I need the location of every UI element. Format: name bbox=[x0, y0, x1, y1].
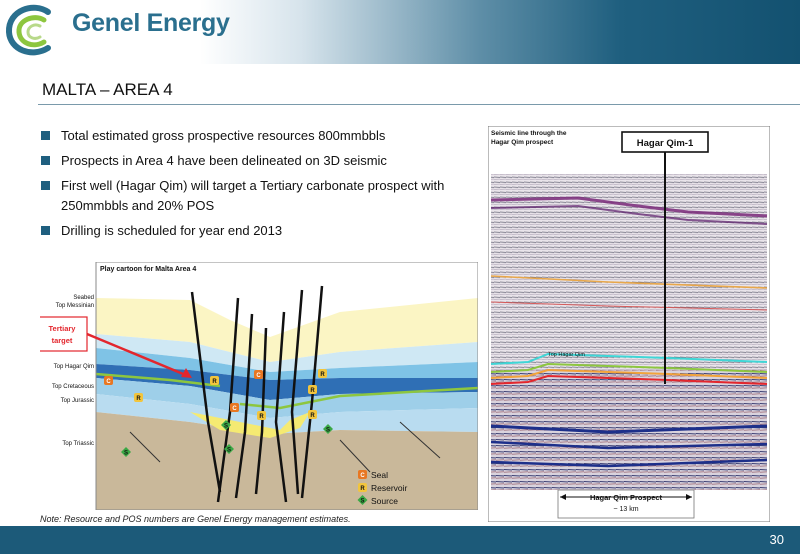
label-top-messinian: Top Messinian bbox=[56, 303, 94, 309]
svg-text:C: C bbox=[232, 406, 237, 412]
cartoon-geology bbox=[96, 262, 478, 510]
well-label: Hagar Qim-1 bbox=[637, 138, 694, 149]
legend-seal-label: Seal bbox=[371, 470, 388, 480]
svg-text:S: S bbox=[224, 424, 228, 430]
legend-seal-letter: C bbox=[360, 473, 365, 479]
legend-reservoir-label: Reservoir bbox=[371, 483, 408, 493]
bullet-square-icon bbox=[41, 156, 50, 165]
bullet-text: Drilling is scheduled for year end 2013 bbox=[61, 223, 283, 238]
svg-text:R: R bbox=[136, 396, 141, 402]
svg-text:R: R bbox=[320, 372, 325, 378]
legend-source-letter: S bbox=[360, 499, 364, 505]
bullet-item: Drilling is scheduled for year end 2013 bbox=[40, 221, 480, 241]
play-cartoon-diagram: Play cartoon for Malta Area 4 Seabed Top… bbox=[40, 262, 478, 510]
brand-name: Genel Energy bbox=[72, 9, 230, 37]
bullet-item: Total estimated gross prospective resour… bbox=[40, 126, 480, 146]
prospect-label: Hagar Qim Prospect bbox=[590, 493, 663, 502]
bullet-square-icon bbox=[41, 181, 50, 190]
horizon-label-top-hagar-qim: Top Hagar Qim bbox=[548, 352, 585, 358]
svg-text:C: C bbox=[106, 379, 111, 385]
header-banner: Genel Energy bbox=[0, 0, 800, 64]
bullet-square-icon bbox=[41, 226, 50, 235]
label-top-cretaceous: Top Cretaceous bbox=[52, 384, 94, 390]
legend-reservoir-letter: R bbox=[360, 486, 365, 492]
footer-bar: 30 bbox=[0, 526, 800, 554]
svg-text:S: S bbox=[124, 451, 128, 457]
svg-text:R: R bbox=[212, 379, 217, 385]
tertiary-target-box bbox=[40, 316, 88, 352]
svg-text:R: R bbox=[310, 413, 315, 419]
slide-title: MALTA – AREA 4 bbox=[42, 80, 173, 99]
prospect-distance: ~ 13 km bbox=[613, 506, 638, 513]
bullet-text: Total estimated gross prospective resour… bbox=[61, 128, 386, 143]
seismic-caption-2: Hagar Qim prospect bbox=[491, 139, 554, 146]
bullet-text: First well (Hagar Qim) will target a Ter… bbox=[61, 178, 445, 213]
page-number: 30 bbox=[769, 532, 784, 547]
seismic-section: Seismic line through the Hagar Qim prosp… bbox=[488, 126, 770, 522]
svg-text:R: R bbox=[259, 414, 264, 420]
seismic-caption-1: Seismic line through the bbox=[491, 130, 567, 137]
genel-logo-icon bbox=[6, 4, 51, 56]
bullet-list: Total estimated gross prospective resour… bbox=[40, 126, 480, 246]
tertiary-target-label-1: Tertiary bbox=[49, 324, 77, 333]
bullet-text: Prospects in Area 4 have been delineated… bbox=[61, 153, 387, 168]
svg-text:C: C bbox=[256, 373, 261, 379]
bullet-square-icon bbox=[41, 131, 50, 140]
label-seabed: Seabed bbox=[73, 295, 94, 301]
tertiary-target-label-2: target bbox=[52, 336, 73, 345]
label-top-hagar-qim: Top Hagar Qim bbox=[54, 364, 94, 370]
svg-text:R: R bbox=[310, 388, 315, 394]
cartoon-caption: Play cartoon for Malta Area 4 bbox=[100, 266, 196, 273]
legend-source-label: Source bbox=[371, 496, 398, 506]
footnote: Note: Resource and POS numbers are Genel… bbox=[40, 514, 351, 524]
label-top-triassic: Top Triassic bbox=[62, 441, 94, 447]
label-top-jurassic: Top Jurassic bbox=[61, 398, 94, 404]
title-divider bbox=[38, 104, 800, 105]
svg-text:S: S bbox=[326, 428, 330, 434]
bullet-item: First well (Hagar Qim) will target a Ter… bbox=[40, 176, 480, 216]
bullet-item: Prospects in Area 4 have been delineated… bbox=[40, 151, 480, 171]
svg-text:S: S bbox=[227, 448, 231, 454]
